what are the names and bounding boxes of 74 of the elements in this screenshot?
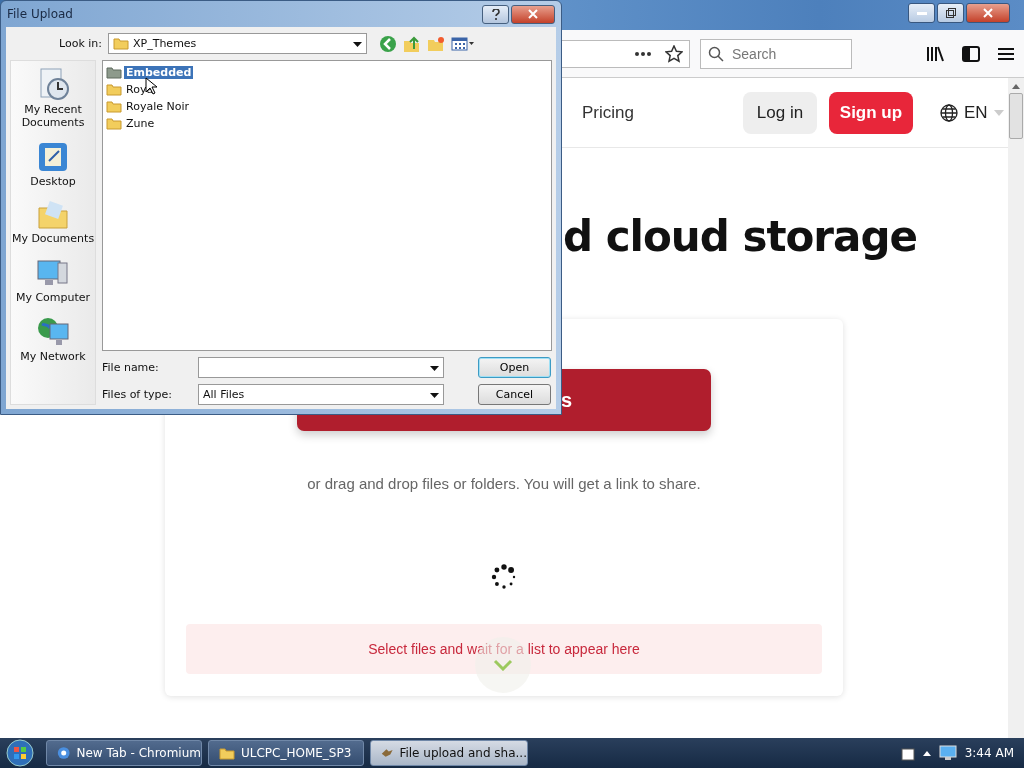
back-icon[interactable] [379,34,397,53]
minimize-icon [916,11,927,15]
clock[interactable]: 3:44 AM [964,746,1014,760]
file-name-label: File name: [102,361,160,374]
folder-item[interactable]: Zune [124,117,157,130]
chevron-down-icon [493,659,513,671]
place-item[interactable]: My Recent Documents [11,103,95,129]
restore-button[interactable] [937,3,964,23]
taskbar-button[interactable]: New Tab - Chromium [46,740,202,766]
folder-icon [106,83,122,96]
close-button[interactable] [511,4,555,24]
browser-icon [57,745,71,761]
search-icon [708,45,724,62]
up-arrow-icon[interactable] [922,750,931,756]
open-button[interactable]: Open [478,357,551,378]
sidebar-icon[interactable] [962,45,980,62]
scroll-up-icon[interactable] [1012,84,1020,89]
loading-spinner-icon [491,564,517,590]
taskbar-button[interactable]: File upload and sha... [370,740,528,766]
close-icon [983,8,993,18]
help-icon [491,8,500,20]
menu-icon[interactable] [998,46,1014,61]
search-field[interactable]: Search [700,38,852,69]
more-icon[interactable] [635,51,651,56]
restore-icon [945,8,956,18]
bird-icon [381,746,394,760]
place-item[interactable]: My Network [20,350,86,363]
place-item[interactable]: Desktop [30,175,76,188]
up-folder-icon[interactable] [403,34,421,53]
page-heading: d cloud storage [563,212,918,261]
folder-icon [37,200,69,230]
globe-icon[interactable] [939,103,958,122]
desktop-icon [37,141,69,173]
folder-icon [106,66,122,79]
start-button[interactable] [6,739,34,767]
place-item[interactable]: My Computer [15,291,91,304]
folder-icon [106,117,122,130]
folder-item[interactable]: Embedded [124,66,194,79]
file-name-field[interactable] [198,357,444,378]
network-computer-icon [36,316,70,348]
help-button[interactable] [482,4,509,24]
scrollbar[interactable] [1008,78,1024,738]
network-icon[interactable] [938,745,957,761]
address-bar[interactable] [562,39,690,68]
file-type-dropdown[interactable]: All Files [198,384,444,405]
place-item[interactable]: My Documents [11,232,95,245]
minimize-button[interactable] [908,3,935,23]
folder-icon [219,746,235,760]
login-button[interactable]: Log in [742,91,817,134]
new-folder-icon[interactable] [427,35,445,52]
folder-icon [113,37,129,50]
file-drop-area[interactable]: Select files and wait for a list to appear here [186,624,822,674]
dialog-title: File Upload [7,7,73,21]
look-in-dropdown[interactable]: XP_Themes [108,33,367,54]
view-menu-icon[interactable] [451,36,475,51]
look-in-label: Look in: [58,37,103,50]
folder-item[interactable]: Royale Noir [124,100,191,113]
language-label[interactable]: EN [963,102,988,123]
file-type-label: Files of type: [102,388,173,401]
signup-button[interactable]: Sign up [828,91,913,134]
library-icon[interactable] [926,45,944,62]
cancel-button[interactable]: Cancel [478,384,551,405]
caret-icon [430,393,439,398]
star-icon[interactable] [665,44,683,63]
nav-link[interactable]: Pricing [582,102,634,123]
keyboard-icon[interactable] [900,745,915,761]
folder-icon [106,100,122,113]
taskbar-button[interactable]: ULCPC_HOME_SP3 [208,740,364,766]
close-icon [528,9,538,19]
close-button[interactable] [966,3,1010,23]
drag-drop-hint: or drag and drop files or folders. You will get a link to share. [307,475,701,492]
scrollbar-thumb[interactable] [1009,93,1023,139]
caret-icon [430,366,439,371]
caret-icon [353,42,362,47]
